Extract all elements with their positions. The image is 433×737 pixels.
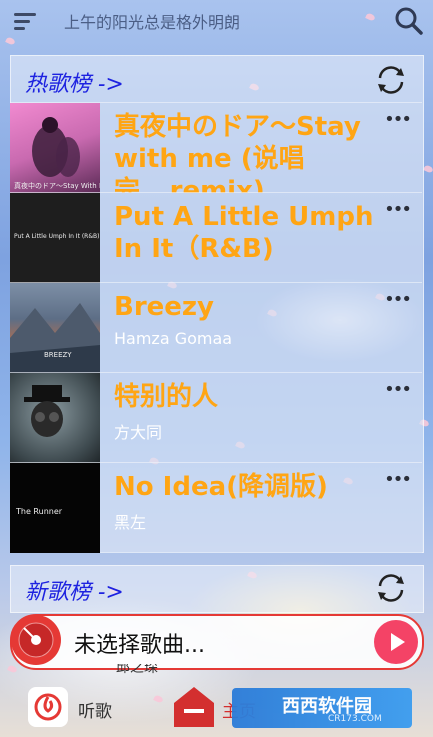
more-options-button[interactable]: ••• [384,289,412,310]
header-tagline: 上午的阳光总是格外明朗 [64,13,241,32]
album-cover: The Runner [10,463,100,553]
more-options-button[interactable]: ••• [384,469,412,490]
watermark-subtext: CR173.COM [328,714,382,724]
nav-listen-label: 听歌 [78,702,112,722]
new-chart-title[interactable]: 新歌榜 -> [25,574,124,606]
cover-text: The Runner [16,507,63,516]
song-row[interactable]: Put A Little Umph In It (R&B) Put A Litt… [10,192,422,283]
more-options-button[interactable]: ••• [384,379,412,400]
nav-listen[interactable]: 听歌 [28,685,128,729]
vinyl-disc-icon[interactable] [10,614,62,666]
new-chart-section: 新歌榜 -> [10,565,424,613]
song-title: Breezy [114,292,214,322]
cover-text: 真夜中のドア～Stay With M [14,182,100,190]
album-cover: Put A Little Umph In It (R&B) [10,193,100,283]
now-playing-text: 未选择歌曲... [74,633,205,658]
cover-text: BREEZY [44,351,72,359]
song-artist: 黑左 [114,513,147,532]
cover-text: Put A Little Umph In It (R&B) [14,233,100,240]
mini-player[interactable]: 未选择歌曲... [10,614,424,670]
album-cover: 真夜中のドア～Stay With M [10,103,100,193]
song-title: 特别的人 [114,382,219,412]
search-icon[interactable] [394,6,424,36]
album-cover [10,373,100,463]
more-options-button[interactable]: ••• [384,109,412,130]
song-artist: Hamza Gomaa [114,329,233,348]
more-options-button[interactable]: ••• [384,199,412,220]
netease-music-icon [28,687,68,727]
menu-icon[interactable] [14,12,38,30]
song-row[interactable]: BREEZY Breezy Hamza Gomaa ••• [10,282,422,373]
album-cover: BREEZY [10,283,100,373]
song-title: Put A Little Umph In It（R&B) [114,202,374,264]
song-row[interactable]: 特别的人 方大同 ••• [10,372,422,463]
song-row[interactable]: 真夜中のドア～Stay With M 真夜中のドア～Stay with me (… [10,102,422,193]
hot-chart-title[interactable]: 热歌榜 -> [25,66,124,98]
play-icon[interactable] [374,620,418,664]
home-icon [174,687,214,727]
top-bar: 上午的阳光总是格外明朗 [0,0,433,40]
partial-artist-text: 邱之琛 [116,664,158,674]
song-title: No Idea(降调版) [114,472,328,502]
song-title: 真夜中のドア～Stay with me (说唱完...remix) [114,112,361,193]
song-artist: 方大同 [114,423,163,442]
refresh-icon[interactable] [373,570,409,606]
song-row[interactable]: The Runner No Idea(降调版) 黑左 ••• [10,462,422,553]
refresh-icon[interactable] [373,62,409,98]
watermark-logo: 西西软件园 CR173.COM [232,688,412,728]
